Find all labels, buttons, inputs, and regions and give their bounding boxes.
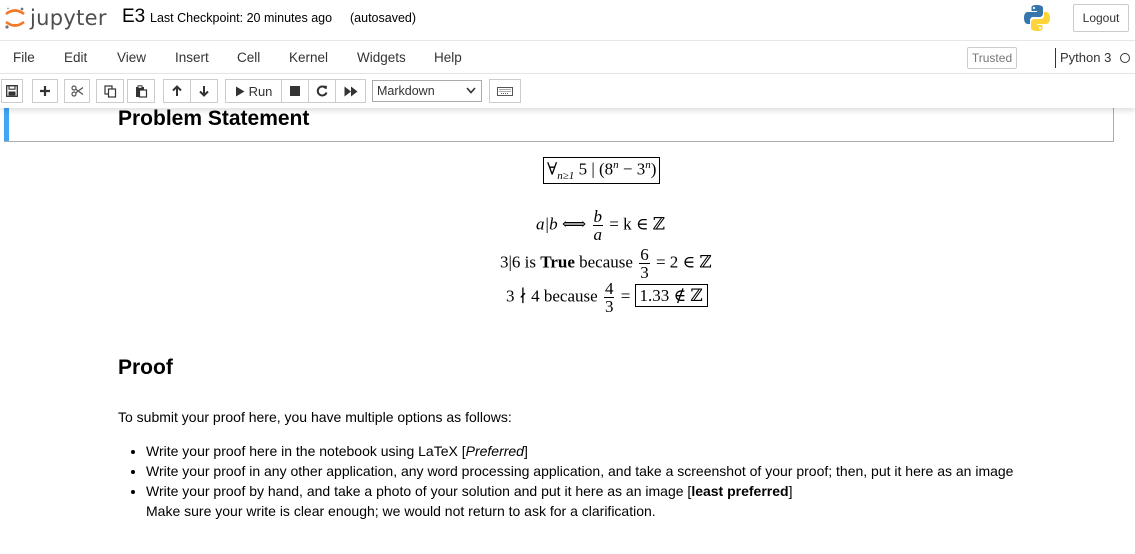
command-palette-button[interactable] [489,79,521,103]
plus-icon [40,86,50,96]
menu-file[interactable]: File [13,50,35,65]
divisibility-definition: a|b ⟺ b a = k ∈ ℤ [536,208,665,243]
fast-forward-icon [344,86,357,96]
restart-run-all-button[interactable] [335,79,366,103]
move-up-button[interactable] [163,79,191,103]
theorem-subscript: n≥1 [557,170,575,183]
cell-type-value: Markdown [377,84,435,98]
arrow-up-icon [172,85,182,96]
stop-icon [290,86,300,96]
move-down-button[interactable] [190,79,218,103]
python-logo-icon [1024,5,1050,31]
true-example-bold: True [540,252,575,272]
restart-button[interactable] [308,79,336,103]
option-3-bold: least preferred [691,483,789,499]
menu-widgets[interactable]: Widgets [357,50,406,65]
option-1-tail: ] [523,443,528,459]
menu-view[interactable]: View [117,50,146,65]
fraction-numerator: 6 [640,245,649,264]
menu-help[interactable]: Help [434,50,462,65]
save-button[interactable] [1,79,23,103]
logout-button[interactable]: Logout [1073,4,1129,32]
true-example-prefix: 3|6 is [500,252,541,272]
clarity-note: Make sure your write is clear enough; we… [146,503,656,519]
menu-cell[interactable]: Cell [237,50,260,65]
option-2-text: Write your proof in any other applicatio… [146,463,1014,479]
forall-symbol: ∀ [547,159,558,179]
scissors-icon [70,85,83,97]
paste-button[interactable] [127,79,155,103]
restart-icon [316,85,328,97]
menubar: File Edit View Insert Cell Kernel Widget… [0,40,1135,74]
list-item: Write your proof in any other applicatio… [146,461,1013,481]
list-item: Write your proof by hand, and take a pho… [146,481,1013,521]
autosave-status: (autosaved) [350,11,417,25]
run-button[interactable]: Run [225,79,282,103]
option-1-text: Write your proof here in the notebook us… [146,443,466,459]
proof-intro-text: To submit your proof here, you have mult… [118,409,512,425]
option-3-text: Write your proof by hand, and take a pho… [146,483,692,499]
jupyter-logo-icon [5,7,25,29]
true-example-rhs: = 2 ∈ ℤ [655,252,712,272]
theorem-tail: ) [650,159,657,179]
insert-cell-button[interactable] [32,79,58,103]
option-3-tail: ] [788,483,793,499]
header: jupyter E3 Last Checkpoint: 20 minutes a… [0,0,1135,37]
definition-fraction: b a [592,207,604,244]
theorem-body: 5 | (8 [578,159,614,179]
proof-options-list: Write your proof here in the notebook us… [128,441,1013,521]
theorem-box: ∀n≥1 5 | (8n − 3n) [543,157,661,185]
copy-button[interactable] [96,79,124,103]
chevron-down-icon [466,87,476,94]
keyboard-icon [497,86,513,96]
notebook-area: Problem Statement ∀n≥1 5 | (8n − 3n) a|b… [0,108,1135,554]
definition-lhs: a|b ⟺ [536,214,591,234]
arrow-down-icon [199,86,209,97]
fraction-denominator: 3 [639,263,650,282]
theorem-minus: − 3 [618,159,646,179]
true-example-fraction: 6 3 [639,246,650,281]
problem-statement-heading: Problem Statement [118,108,310,130]
fraction-numerator: 4 [604,279,614,298]
cut-button[interactable] [64,79,90,103]
option-1-emphasis: Preferred [465,443,524,459]
false-example-fraction: 4 3 [603,279,615,316]
cell-type-select[interactable]: Markdown [372,80,482,102]
definition-rhs: = k ∈ ℤ [609,214,666,234]
checkpoint-status: Last Checkpoint: 20 minutes ago [150,11,333,25]
cell-selection-bar [4,108,9,141]
menu-insert[interactable]: Insert [175,50,209,65]
true-example-mid: because [574,252,638,272]
false-example: 3 ∤ 4 because 4 3 = 1.33 ∉ ℤ [506,280,708,315]
notebook-name[interactable]: E3 [122,6,145,28]
false-example-boxed-result: 1.33 ∉ ℤ [634,284,708,308]
run-icon [235,86,245,96]
fraction-denominator: 3 [603,297,615,316]
run-label: Run [248,83,273,99]
false-example-equals: = [620,286,631,306]
kernel-name: Python 3 [1055,48,1111,68]
proof-heading: Proof [118,356,173,379]
fraction-numerator: b [593,207,603,226]
interrupt-button[interactable] [281,79,309,103]
kernel-idle-indicator-icon [1120,53,1130,63]
copy-icon [103,84,116,98]
true-example: 3|6 is True because 6 3 = 2 ∈ ℤ [500,246,712,281]
list-item: Write your proof here in the notebook us… [146,441,1013,461]
false-example-prefix: 3 ∤ 4 because [506,286,602,306]
paste-icon [135,84,147,98]
menu-kernel[interactable]: Kernel [289,50,328,65]
menu-edit[interactable]: Edit [64,50,87,65]
fraction-denominator: a [592,225,604,244]
logo-text: jupyter [30,6,107,30]
trusted-badge[interactable]: Trusted [967,47,1017,69]
jupyter-logo[interactable]: jupyter [4,5,107,31]
toolbar: Run Markdown [0,74,1135,108]
save-icon [6,85,18,97]
